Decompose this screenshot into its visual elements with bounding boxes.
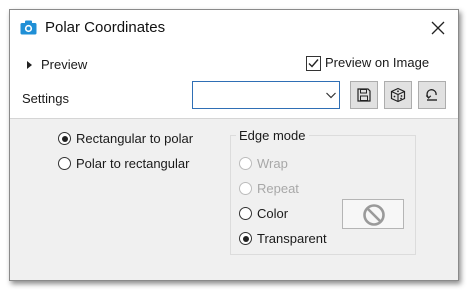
chevron-down-icon <box>323 82 339 108</box>
dialog-title: Polar Coordinates <box>45 19 166 36</box>
title-bar: Polar Coordinates <box>10 10 458 46</box>
preview-expander[interactable]: Preview <box>24 57 104 75</box>
preview-on-image-option[interactable]: Preview on Image <box>306 55 446 73</box>
reset-defaults-button[interactable] <box>418 81 446 109</box>
preview-on-image-label: Preview on Image <box>325 55 430 70</box>
divider <box>10 118 458 119</box>
edge-color-swatch[interactable] <box>342 199 404 229</box>
save-icon <box>357 88 371 102</box>
radio-label: Color <box>257 206 289 221</box>
settings-label: Settings <box>22 91 69 106</box>
radio-button[interactable] <box>239 232 252 245</box>
radio-button <box>239 182 252 195</box>
radio-label: Transparent <box>257 231 327 246</box>
radio-label: Rectangular to polar <box>76 131 194 146</box>
no-color-icon <box>363 204 385 226</box>
close-button[interactable] <box>428 18 448 38</box>
radio-button <box>239 157 252 170</box>
close-icon <box>431 21 445 35</box>
save-preset-button[interactable] <box>350 81 378 109</box>
preview-label: Preview <box>41 57 88 72</box>
polar-coordinates-dialog: Polar Coordinates Preview Preview on Ima… <box>9 9 459 281</box>
dice-icon <box>390 87 406 103</box>
radio-button[interactable] <box>58 157 71 170</box>
camera-icon <box>20 20 37 35</box>
radio-button[interactable] <box>239 207 252 220</box>
settings-dropdown[interactable] <box>192 81 340 109</box>
radio-label: Repeat <box>257 181 299 196</box>
checkmark-icon <box>308 59 319 68</box>
edge-mode-title: Edge mode <box>236 128 309 143</box>
randomize-button[interactable] <box>384 81 412 109</box>
reset-icon <box>425 89 437 101</box>
expand-triangle-icon <box>27 61 32 69</box>
preview-on-image-checkbox[interactable] <box>306 56 321 71</box>
top-panel: Preview Preview on Image Settings <box>10 46 458 118</box>
radio-label: Polar to rectangular <box>76 156 190 171</box>
radio-button[interactable] <box>58 132 71 145</box>
radio-label: Wrap <box>257 156 288 171</box>
